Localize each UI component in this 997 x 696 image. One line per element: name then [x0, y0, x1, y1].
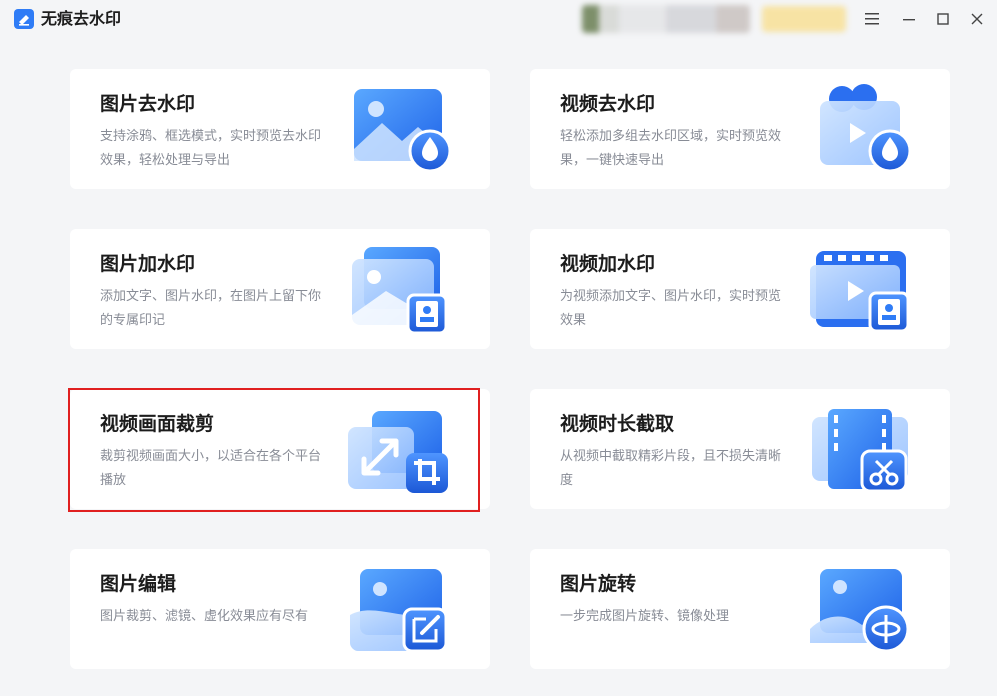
menu-button[interactable]	[861, 8, 883, 30]
menu-icon	[865, 13, 879, 25]
card-description: 添加文字、图片水印，在图片上留下你的专属印记	[100, 289, 322, 328]
card-title: 视频时长截取	[560, 413, 675, 435]
card-title: 图片旋转	[560, 573, 637, 595]
minimize-icon	[903, 19, 915, 21]
card-image-rotate[interactable]: 图片旋转 一步完成图片旋转、镜像处理	[530, 549, 950, 669]
image-edit-icon	[350, 569, 448, 653]
card-title: 图片编辑	[100, 573, 177, 595]
video-remove-watermark-icon	[820, 84, 912, 173]
vip-button[interactable]	[762, 6, 846, 32]
card-title: 图片去水印	[100, 93, 196, 115]
app-logo-icon	[14, 9, 34, 29]
minimize-button[interactable]	[898, 8, 920, 30]
selection-highlight-frame	[68, 388, 480, 512]
user-account-area[interactable]	[582, 5, 750, 33]
image-remove-watermark-icon	[354, 89, 452, 173]
card-description: 图片裁剪、滤镜、虚化效果应有尽有	[100, 609, 309, 624]
card-image-edit[interactable]: 图片编辑 图片裁剪、滤镜、虚化效果应有尽有	[70, 549, 490, 669]
card-description: 一步完成图片旋转、镜像处理	[560, 609, 730, 624]
image-rotate-icon	[810, 569, 910, 653]
card-video-trim[interactable]: 视频时长截取 从视频中截取精彩片段，且不损失清晰度	[530, 389, 950, 509]
app-title: 无痕去水印	[41, 9, 122, 28]
image-add-watermark-icon	[352, 247, 448, 335]
card-title: 视频去水印	[560, 93, 656, 115]
card-description: 从视频中截取精彩片段，且不损失清晰度	[560, 449, 782, 488]
card-image-add-watermark[interactable]: 图片加水印 添加文字、图片水印，在图片上留下你的专属印记	[70, 229, 490, 349]
card-description: 轻松添加多组去水印区域，实时预览效果，一键快速导出	[560, 129, 782, 168]
close-button[interactable]	[966, 8, 988, 30]
close-icon	[971, 13, 983, 25]
card-description: 支持涂鸦、框选模式，实时预览去水印效果，轻松处理与导出	[100, 129, 322, 168]
card-video-add-watermark[interactable]: 视频加水印 为视频添加文字、图片水印，实时预览效果	[530, 229, 950, 349]
card-description: 为视频添加文字、图片水印，实时预览效果	[560, 289, 782, 328]
video-trim-icon	[812, 409, 908, 493]
card-title: 图片加水印	[100, 253, 196, 275]
title-bar: 无痕去水印	[0, 0, 997, 38]
card-title: 视频加水印	[560, 253, 656, 275]
maximize-icon	[937, 13, 949, 25]
video-add-watermark-icon	[810, 251, 910, 333]
maximize-button[interactable]	[932, 8, 954, 30]
card-image-remove-watermark[interactable]: 图片去水印 支持涂鸦、框选模式，实时预览去水印效果，轻松处理与导出	[70, 69, 490, 189]
card-video-remove-watermark[interactable]: 视频去水印 轻松添加多组去水印区域，实时预览效果，一键快速导出	[530, 69, 950, 189]
